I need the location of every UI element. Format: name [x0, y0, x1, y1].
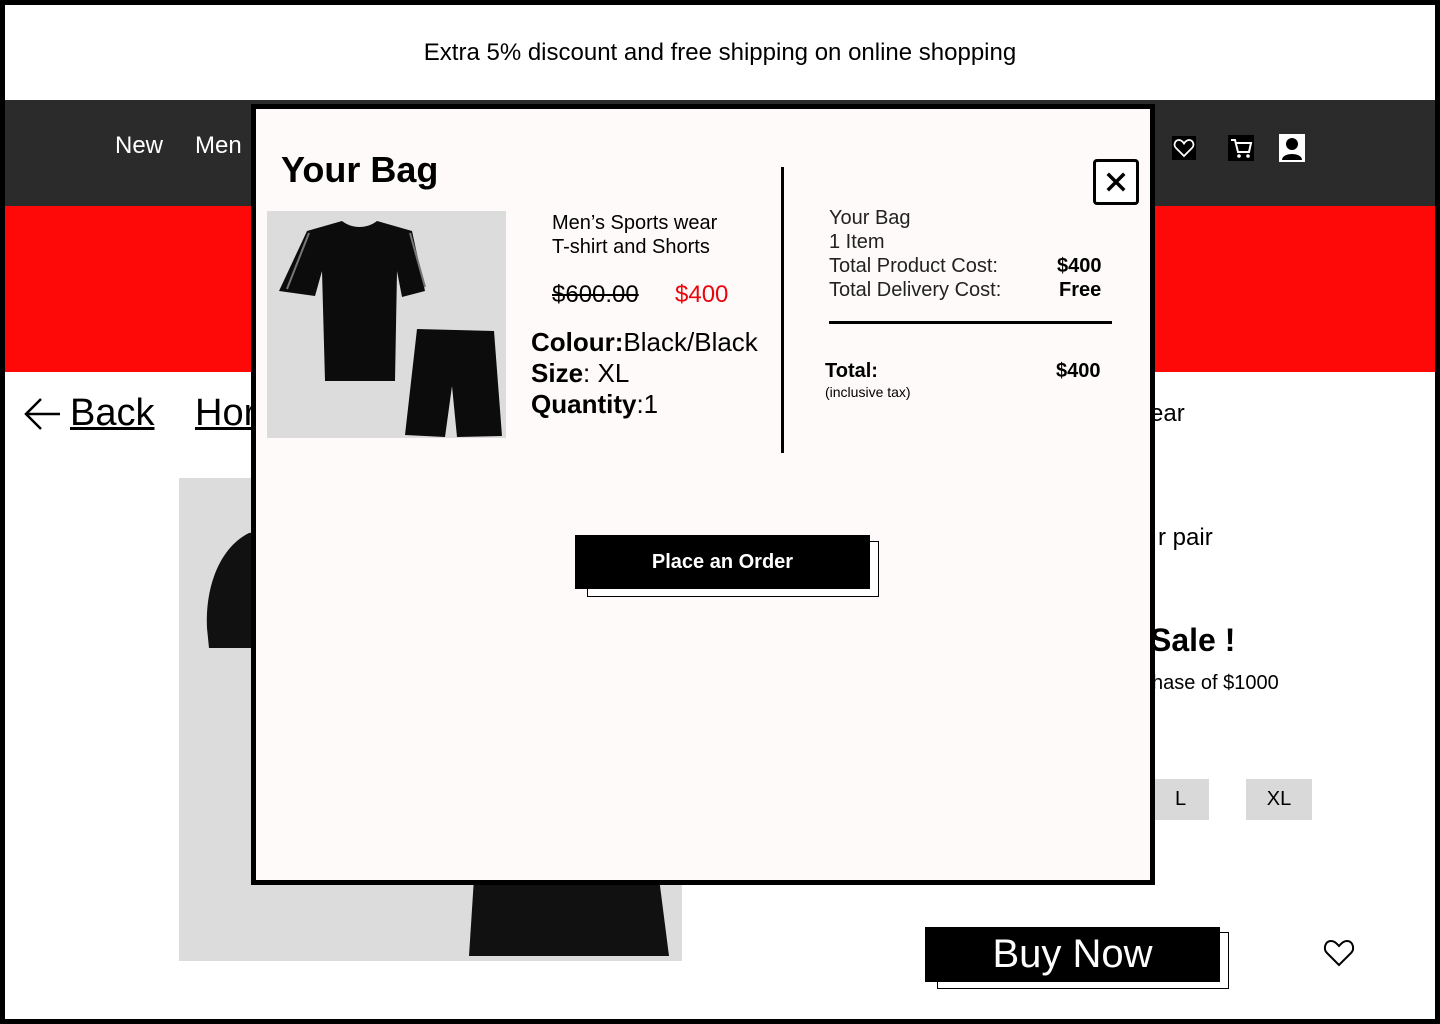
- total-label: Total:: [825, 360, 878, 382]
- quantity-spec: Quantity:1: [531, 389, 658, 420]
- original-price: $600.00: [552, 281, 639, 308]
- delivery-cost-value: Free: [1059, 279, 1102, 301]
- quantity-value: :1: [636, 389, 659, 419]
- bag-item-name-line1: Men’s Sports wear: [552, 212, 718, 234]
- sale-heading: Sale !: [1150, 622, 1236, 658]
- breadcrumb-home[interactable]: Hor: [195, 392, 256, 435]
- heart-icon[interactable]: [1169, 133, 1199, 163]
- user-icon[interactable]: [1277, 133, 1307, 163]
- product-cost-label: Total Product Cost:: [829, 255, 998, 277]
- sale-condition-text: hase of $1000: [1152, 672, 1279, 694]
- cart-icon[interactable]: [1226, 133, 1256, 163]
- quantity-label: Quantity: [531, 389, 637, 419]
- promo-banner: Extra 5% discount and free shipping on o…: [5, 5, 1435, 100]
- price-per-pair-text: r pair: [1158, 524, 1213, 551]
- summary-divider: [829, 321, 1112, 324]
- size-option-l[interactable]: L: [1152, 779, 1209, 820]
- back-link[interactable]: Back: [22, 392, 154, 435]
- total-value: $400: [1056, 360, 1101, 382]
- colour-label: Colour:: [531, 327, 624, 357]
- close-icon: [1106, 172, 1126, 192]
- breadcrumb-product: ear: [1150, 400, 1185, 427]
- bag-title: Your Bag: [281, 149, 439, 190]
- size-option-xl[interactable]: XL: [1246, 779, 1312, 820]
- buy-now-button[interactable]: Buy Now: [925, 927, 1220, 982]
- promo-text: Extra 5% discount and free shipping on o…: [423, 38, 1017, 66]
- nav-item-new[interactable]: New: [115, 132, 163, 160]
- wishlist-heart-icon[interactable]: [1322, 938, 1356, 968]
- total-note: (inclusive tax): [825, 384, 911, 400]
- bag-item-name: Men’s Sports wear T-shirt and Shorts: [552, 211, 717, 259]
- sale-price: $400: [675, 281, 729, 308]
- summary-item-count: 1 Item: [829, 231, 885, 253]
- colour-spec: Colour:Black/Black: [531, 327, 758, 358]
- colour-value: Black/Black: [623, 327, 758, 357]
- close-button[interactable]: [1093, 159, 1139, 205]
- product-cost-value: $400: [1057, 255, 1102, 277]
- size-value: : XL: [583, 358, 630, 388]
- summary-heading: Your Bag: [829, 207, 911, 229]
- back-label: Back: [70, 392, 155, 434]
- place-order-button[interactable]: Place an Order: [575, 535, 870, 589]
- bag-modal: Your Bag Men’s Sports wear T-shirt and S…: [251, 104, 1155, 885]
- size-label: Size: [531, 358, 584, 388]
- bag-product-image: [267, 211, 506, 438]
- arrow-left-icon: [24, 397, 60, 430]
- nav-item-men[interactable]: Men: [195, 132, 242, 160]
- vertical-divider: [781, 167, 784, 453]
- bag-item-name-line2: T-shirt and Shorts: [552, 236, 710, 258]
- size-spec: Size: XL: [531, 358, 629, 389]
- delivery-cost-label: Total Delivery Cost:: [829, 279, 1002, 301]
